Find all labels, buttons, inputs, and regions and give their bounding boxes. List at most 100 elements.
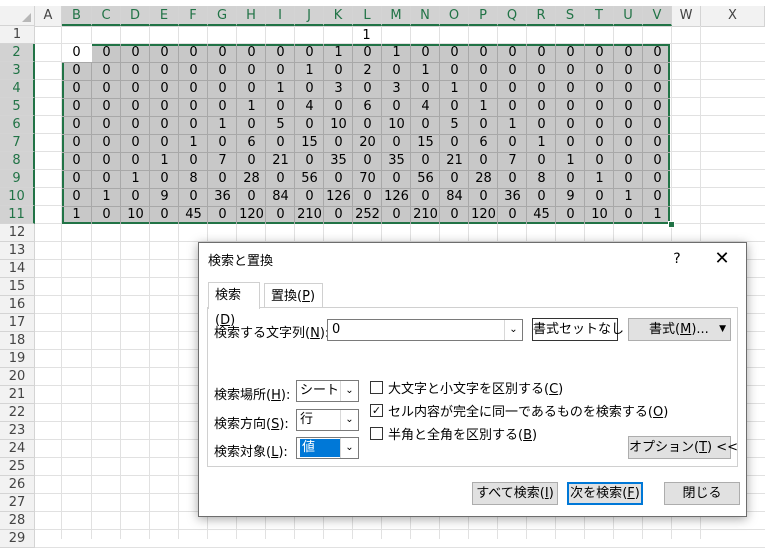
column-header-n[interactable]: N (411, 6, 440, 26)
match-case-checkbox[interactable] (370, 381, 383, 394)
chevron-down-icon[interactable]: ⌄ (504, 320, 522, 340)
cell-e8[interactable]: 1 (150, 152, 179, 170)
cell-r11[interactable]: 45 (527, 206, 556, 224)
row-header-17[interactable]: 17 (0, 314, 35, 332)
row-header-27[interactable]: 27 (0, 494, 35, 512)
cell-d3[interactable]: 0 (121, 62, 150, 80)
cell-f9[interactable]: 8 (179, 170, 208, 188)
look-in-select[interactable]: 値 ⌄ (296, 437, 359, 459)
help-button[interactable]: ? (665, 247, 689, 271)
cell-q3[interactable]: 0 (498, 62, 527, 80)
cell-l9[interactable]: 70 (353, 170, 382, 188)
cell-q10[interactable]: 36 (498, 188, 527, 206)
row-header-24[interactable]: 24 (0, 440, 35, 458)
cell-k5[interactable]: 0 (324, 98, 353, 116)
column-header-u[interactable]: U (614, 6, 643, 26)
find-next-button[interactable]: 次を検索(F) (567, 482, 643, 505)
cell-p2[interactable]: 0 (469, 44, 498, 62)
cell-i5[interactable]: 0 (266, 98, 295, 116)
cell-j2[interactable]: 0 (295, 44, 324, 62)
cell-t11[interactable]: 10 (585, 206, 614, 224)
cell-k3[interactable]: 0 (324, 62, 353, 80)
cell-c5[interactable]: 0 (92, 98, 121, 116)
column-header-b[interactable]: B (62, 6, 92, 26)
cell-u3[interactable]: 0 (614, 62, 643, 80)
column-header-j[interactable]: J (295, 6, 324, 26)
cell-c4[interactable]: 0 (92, 80, 121, 98)
row-header-21[interactable]: 21 (0, 386, 35, 404)
cell-t2[interactable]: 0 (585, 44, 614, 62)
row-header-12[interactable]: 12 (0, 224, 35, 242)
row-header-23[interactable]: 23 (0, 422, 35, 440)
cell-r8[interactable]: 0 (527, 152, 556, 170)
cell-q5[interactable]: 0 (498, 98, 527, 116)
cell-l1[interactable]: 1 (352, 27, 381, 45)
cell-f7[interactable]: 1 (179, 134, 208, 152)
cell-p9[interactable]: 28 (469, 170, 498, 188)
cell-n5[interactable]: 4 (411, 98, 440, 116)
cell-r4[interactable]: 0 (527, 80, 556, 98)
cell-m5[interactable]: 0 (382, 98, 411, 116)
cell-v6[interactable]: 0 (643, 116, 672, 134)
cell-l10[interactable]: 0 (353, 188, 382, 206)
row-header-18[interactable]: 18 (0, 332, 35, 350)
column-header-t[interactable]: T (585, 6, 614, 26)
cell-o11[interactable]: 0 (440, 206, 469, 224)
cell-k2[interactable]: 1 (324, 44, 353, 62)
cell-c3[interactable]: 0 (92, 62, 121, 80)
cell-p8[interactable]: 0 (469, 152, 498, 170)
row-header-8[interactable]: 8 (0, 152, 35, 170)
cell-g6[interactable]: 1 (208, 116, 237, 134)
cell-h8[interactable]: 0 (237, 152, 266, 170)
column-header-l[interactable]: L (353, 6, 382, 26)
cell-i9[interactable]: 0 (266, 170, 295, 188)
cell-g4[interactable]: 0 (208, 80, 237, 98)
cell-l2[interactable]: 0 (353, 44, 382, 62)
cell-b5[interactable]: 0 (62, 98, 91, 116)
cell-l11[interactable]: 252 (353, 206, 382, 224)
cell-s6[interactable]: 0 (556, 116, 585, 134)
cell-c6[interactable]: 0 (92, 116, 121, 134)
cell-v4[interactable]: 0 (643, 80, 672, 98)
cell-j7[interactable]: 15 (295, 134, 324, 152)
cell-o10[interactable]: 84 (440, 188, 469, 206)
row-header-22[interactable]: 22 (0, 404, 35, 422)
cell-e5[interactable]: 0 (150, 98, 179, 116)
cell-n10[interactable]: 0 (411, 188, 440, 206)
cell-k6[interactable]: 10 (324, 116, 353, 134)
row-header-16[interactable]: 16 (0, 296, 35, 314)
cell-h2[interactable]: 0 (237, 44, 266, 62)
cell-u11[interactable]: 0 (614, 206, 643, 224)
row-header-26[interactable]: 26 (0, 476, 35, 494)
cell-l4[interactable]: 0 (353, 80, 382, 98)
cell-g11[interactable]: 0 (208, 206, 237, 224)
row-header-10[interactable]: 10 (0, 188, 35, 206)
within-select[interactable]: シート ⌄ (296, 380, 359, 402)
cell-r6[interactable]: 0 (527, 116, 556, 134)
cell-f5[interactable]: 0 (179, 98, 208, 116)
cell-m8[interactable]: 35 (382, 152, 411, 170)
cell-l3[interactable]: 2 (353, 62, 382, 80)
cell-s7[interactable]: 0 (556, 134, 585, 152)
column-header-a[interactable]: A (35, 6, 62, 26)
cell-q7[interactable]: 0 (498, 134, 527, 152)
cell-d7[interactable]: 0 (121, 134, 150, 152)
cell-d9[interactable]: 1 (121, 170, 150, 188)
cell-b3[interactable]: 0 (62, 62, 91, 80)
cell-s2[interactable]: 0 (556, 44, 585, 62)
cell-r3[interactable]: 0 (527, 62, 556, 80)
cell-f3[interactable]: 0 (179, 62, 208, 80)
cell-f2[interactable]: 0 (179, 44, 208, 62)
cell-g9[interactable]: 0 (208, 170, 237, 188)
cell-g2[interactable]: 0 (208, 44, 237, 62)
cell-j3[interactable]: 1 (295, 62, 324, 80)
cell-e10[interactable]: 9 (150, 188, 179, 206)
cell-q11[interactable]: 0 (498, 206, 527, 224)
cell-k11[interactable]: 0 (324, 206, 353, 224)
column-header-h[interactable]: H (237, 6, 266, 26)
cell-p3[interactable]: 0 (469, 62, 498, 80)
cell-i6[interactable]: 5 (266, 116, 295, 134)
row-header-6[interactable]: 6 (0, 116, 35, 134)
cell-v5[interactable]: 0 (643, 98, 672, 116)
cell-h7[interactable]: 6 (237, 134, 266, 152)
